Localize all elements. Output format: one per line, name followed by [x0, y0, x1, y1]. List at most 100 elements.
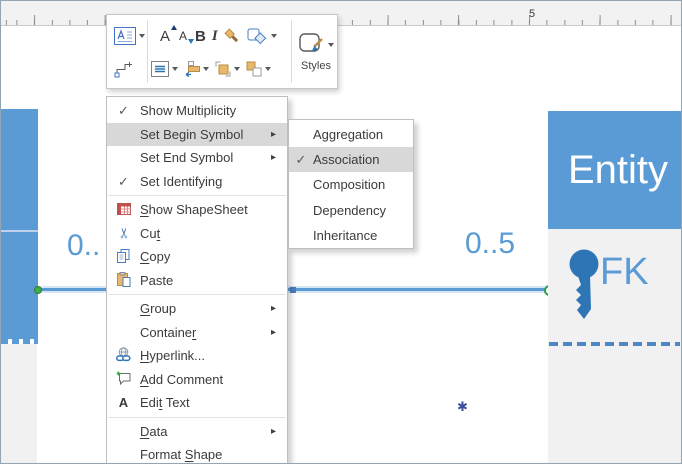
menu-item-label: Hyperlink...	[140, 348, 206, 364]
connector-tool-icon	[114, 61, 132, 77]
edit-text-icon: A	[118, 395, 129, 411]
send-backward-icon	[246, 61, 262, 77]
menu-item-add-comment[interactable]: Add Comment	[107, 368, 287, 392]
dropdown-arrow-icon	[234, 67, 240, 71]
dropdown-arrow-icon	[139, 34, 145, 38]
menu-item-show-shapesheet[interactable]: Show ShapeSheet	[107, 198, 287, 222]
entity-header[interactable]: Entity	[548, 111, 681, 229]
submenu-item-composition[interactable]: Composition	[289, 172, 413, 197]
menu-item-label: Set End Symbol	[140, 150, 234, 166]
menu-separator	[108, 195, 286, 196]
hyperlink-icon	[107, 347, 140, 364]
menu-item-label: Add Comment	[140, 371, 224, 387]
checkmark-icon: ✓	[295, 152, 307, 168]
multiplicity-label-left: 0..	[67, 229, 101, 262]
position-icon	[185, 61, 200, 77]
grow-font-button[interactable]: A	[157, 24, 178, 47]
submenu-item-aggregation[interactable]: Aggregation	[289, 122, 413, 147]
bold-button[interactable]: B	[193, 26, 208, 47]
entity-shape[interactable]: Entity FK	[548, 111, 681, 463]
text-block-icon	[114, 27, 136, 45]
submenu-item-label: Composition	[313, 177, 386, 193]
visio-canvas-screenshot: 0.. 0..5 Entity FK ✱ 5 A A B I Styles ✓ …	[0, 0, 682, 464]
italic-icon: I	[211, 27, 218, 44]
text-align-icon	[151, 61, 169, 77]
ruler-number: 5	[529, 8, 536, 20]
styles-icon	[299, 33, 323, 52]
mini-toolbar: A A B I Styles	[106, 14, 338, 89]
set-begin-symbol-submenu: Aggregation ✓ Association Composition Depend…	[288, 119, 414, 249]
styles-button[interactable]: Styles	[295, 19, 337, 85]
dropdown-arrow-icon	[172, 67, 178, 71]
dropdown-arrow-icon	[203, 67, 209, 71]
dropdown-arrow-icon	[270, 34, 277, 38]
toolbar-separator	[291, 20, 292, 83]
cut-icon: ✂	[115, 227, 132, 240]
connector-start-handle[interactable]	[34, 286, 42, 294]
menu-item-label: Show ShapeSheet	[140, 202, 248, 218]
submenu-item-association[interactable]: ✓ Association	[289, 147, 413, 173]
canvas-indicator-icon: ✱	[457, 399, 468, 414]
menu-item-data[interactable]: Data ▸	[107, 420, 287, 444]
change-shape-icon	[247, 28, 266, 44]
menu-item-paste[interactable]: Paste	[107, 269, 287, 293]
submenu-arrow-icon: ▸	[271, 425, 277, 437]
menu-item-label: Group	[140, 301, 177, 317]
left-entity-body[interactable]	[1, 344, 37, 463]
dropdown-arrow-icon	[265, 67, 271, 71]
ruler-major-ticks	[1, 15, 681, 25]
menu-item-set-identifying[interactable]: ✓ Set Identifying	[107, 170, 287, 194]
dropdown-arrow-icon	[328, 42, 334, 47]
paste-icon	[107, 271, 140, 289]
copy-icon	[107, 248, 140, 265]
text-align-button[interactable]	[149, 59, 180, 79]
position-button[interactable]	[182, 59, 211, 79]
menu-separator	[108, 294, 286, 295]
menu-item-group[interactable]: Group ▸	[107, 297, 287, 321]
shapesheet-icon	[107, 202, 140, 217]
entity-dashed-divider	[549, 342, 680, 346]
menu-item-label: Data	[140, 423, 168, 439]
menu-separator	[108, 416, 286, 418]
left-entity-shape[interactable]	[1, 109, 38, 339]
shrink-font-button[interactable]: A	[176, 27, 195, 45]
submenu-arrow-icon: ▸	[271, 326, 277, 338]
connector-tool-button[interactable]	[112, 59, 135, 80]
horizontal-ruler: 5	[1, 1, 681, 26]
menu-item-edit-text[interactable]: A Edit Text	[107, 391, 287, 415]
menu-item-label: Set Begin Symbol	[140, 126, 244, 142]
menu-item-set-end-symbol[interactable]: Set End Symbol ▸	[107, 146, 287, 170]
submenu-item-inheritance[interactable]: Inheritance	[289, 223, 413, 248]
text-block-button[interactable]	[112, 25, 147, 47]
bring-forward-icon	[215, 61, 231, 77]
bring-forward-button[interactable]	[213, 59, 242, 79]
menu-item-set-begin-symbol[interactable]: Set Begin Symbol ▸	[107, 122, 287, 146]
italic-button[interactable]: I	[210, 26, 220, 47]
menu-item-label: Container	[140, 324, 197, 340]
menu-item-show-multiplicity[interactable]: ✓ Show Multiplicity	[107, 99, 287, 123]
left-entity-divider	[1, 230, 38, 232]
connector-midpoint-handle[interactable]	[290, 287, 296, 293]
menu-item-format-shape[interactable]: Format Shape	[107, 443, 287, 463]
submenu-item-label: Inheritance	[313, 227, 378, 243]
submenu-arrow-icon: ▸	[271, 128, 277, 140]
checkmark-icon: ✓	[118, 173, 129, 189]
foreign-key-label: FK	[600, 251, 649, 293]
foreign-key-icon	[569, 249, 599, 319]
menu-item-container[interactable]: Container ▸	[107, 321, 287, 345]
shrink-font-icon	[188, 39, 195, 44]
bold-icon: B	[195, 27, 206, 45]
change-shape-button[interactable]	[245, 26, 279, 47]
menu-item-label: Format Shape	[140, 447, 223, 463]
send-backward-button[interactable]	[244, 59, 273, 79]
menu-item-label: Set Identifying	[140, 173, 223, 189]
entity-title: Entity	[568, 148, 669, 192]
multiplicity-label-right: 0..5	[465, 227, 516, 260]
format-painter-button[interactable]	[222, 26, 243, 47]
menu-item-cut[interactable]: ✂ Cut	[107, 222, 287, 246]
menu-item-label: Copy	[140, 249, 171, 265]
checkmark-icon: ✓	[118, 103, 129, 119]
submenu-item-dependency[interactable]: Dependency	[289, 198, 413, 223]
menu-item-hyperlink[interactable]: Hyperlink...	[107, 344, 287, 368]
menu-item-copy[interactable]: Copy	[107, 245, 287, 269]
